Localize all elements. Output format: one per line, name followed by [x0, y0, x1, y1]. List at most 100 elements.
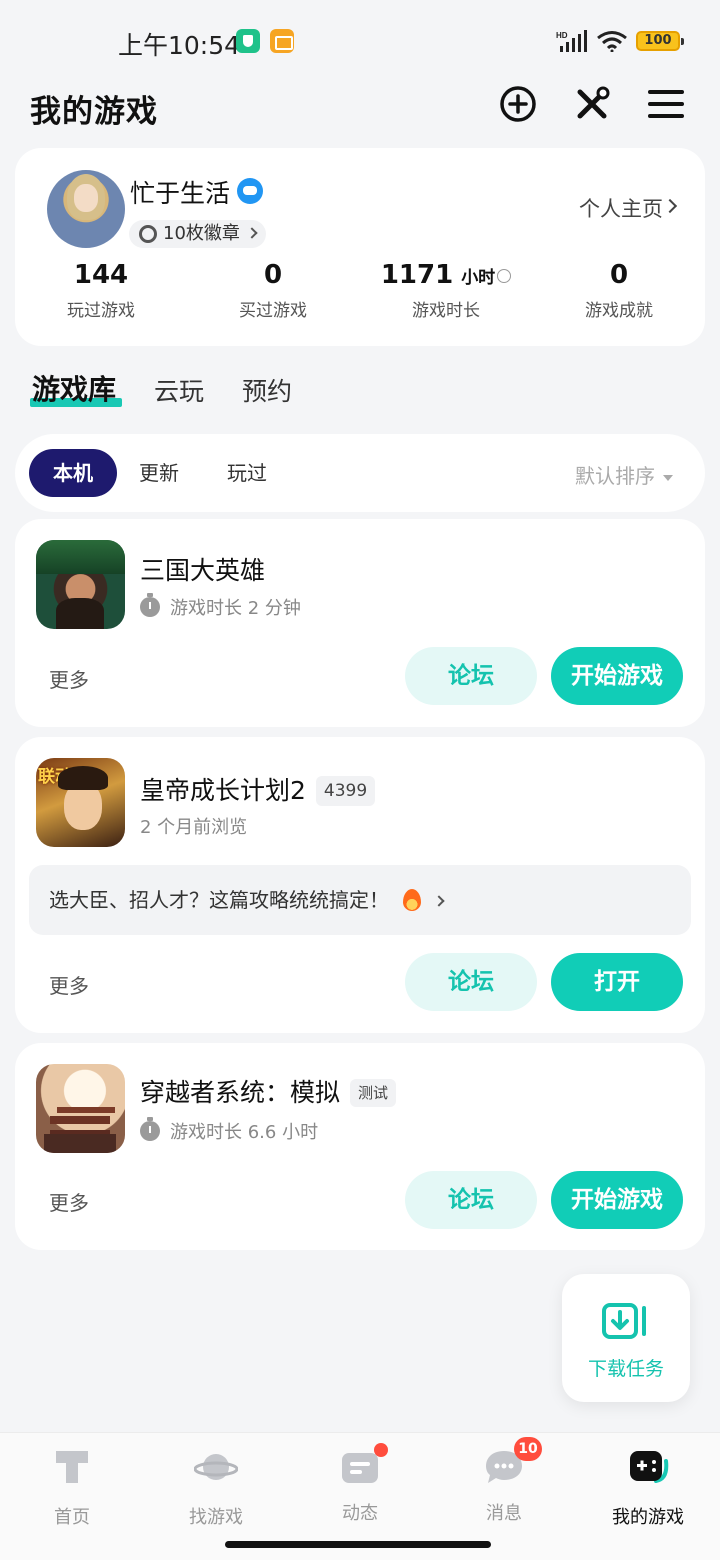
medal-icon [139, 225, 157, 243]
more-link[interactable]: 更多 [49, 664, 89, 693]
stat-achievements[interactable]: 0 游戏成就 [533, 260, 705, 321]
fire-icon [403, 889, 421, 911]
forum-button[interactable]: 论坛 [405, 953, 537, 1011]
tab-cloud-play[interactable]: 云玩 [154, 372, 204, 408]
start-game-button[interactable]: 开始游戏 [551, 1171, 683, 1229]
add-circle-icon[interactable] [498, 84, 538, 124]
nav-discover[interactable]: 找游戏 [144, 1447, 288, 1528]
game-tag: 4399 [315, 776, 376, 806]
game-card[interactable]: 联动 皇帝成长计划2 4399 2 个月前浏览 选大臣、招人才？这篇攻略统统搞定！… [15, 737, 705, 1033]
profile-home-link[interactable]: 个人主页 [579, 193, 663, 223]
game-tag: 测试 [350, 1079, 397, 1107]
guide-banner[interactable]: 选大臣、招人才？这篇攻略统统搞定！ [29, 865, 691, 935]
more-link[interactable]: 更多 [49, 1187, 89, 1216]
download-icon [602, 1303, 646, 1339]
tab-library[interactable]: 游戏库 [32, 368, 116, 408]
game-playtime: 游戏时长 2 分钟 [140, 593, 301, 620]
profile-card[interactable]: 忙于生活 10枚徽章 个人主页 144 玩过游戏 0 买过游戏 1171 小时 游… [15, 148, 705, 346]
tools-icon[interactable] [572, 84, 612, 124]
svg-text:HD: HD [556, 31, 568, 40]
game-icon[interactable] [36, 540, 125, 629]
forum-button[interactable]: 论坛 [405, 647, 537, 705]
nav-label: 找游戏 [189, 1507, 243, 1528]
wifi-icon [597, 31, 627, 52]
game-title-row[interactable]: 皇帝成长计划2 4399 [140, 771, 376, 807]
sort-dropdown[interactable]: 默认排序 [575, 460, 673, 489]
game-meta: 2 个月前浏览 [140, 817, 248, 838]
status-bar: 上午10:54 HD 100 [0, 0, 720, 80]
filter-local[interactable]: 本机 [29, 449, 117, 497]
stat-label: 游戏时长 [412, 301, 480, 321]
filter-update[interactable]: 更新 [139, 449, 179, 497]
page-title: 我的游戏 [30, 94, 158, 130]
battery-icon: 100 [636, 31, 684, 51]
game-card[interactable]: 穿越者系统：模拟 测试 游戏时长 6.6 小时 更多 论坛 开始游戏 [15, 1043, 705, 1250]
gamepad-verify-icon [237, 178, 263, 204]
home-indicator [225, 1541, 491, 1548]
stat-label: 玩过游戏 [67, 301, 135, 321]
stat-playtime[interactable]: 1171 小时 游戏时长 [360, 260, 532, 321]
user-name: 忙于生活 [130, 179, 231, 208]
open-button[interactable]: 打开 [551, 953, 683, 1011]
chevron-right-icon [246, 227, 258, 239]
stat-value: 0 [263, 260, 283, 290]
nav-home[interactable]: 首页 [0, 1447, 144, 1528]
guide-text: 选大臣、招人才？这篇攻略统统搞定！ [49, 888, 389, 912]
more-link[interactable]: 更多 [49, 970, 89, 999]
stat-label: 买过游戏 [239, 301, 307, 321]
timer-icon [140, 593, 160, 617]
caret-down-icon [663, 474, 673, 481]
game-title-row[interactable]: 穿越者系统：模拟 测试 [140, 1073, 397, 1109]
chevron-right-icon [662, 198, 678, 214]
game-meta-text: 游戏时长 2 分钟 [170, 598, 301, 619]
nav-messages[interactable]: 10 消息 [432, 1437, 576, 1527]
chevron-right-icon [433, 895, 445, 907]
download-task-button[interactable]: 下载任务 [562, 1274, 690, 1402]
game-card[interactable]: 三国大英雄 游戏时长 2 分钟 更多 论坛 开始游戏 [15, 519, 705, 727]
nav-my-games[interactable]: 我的游戏 [576, 1447, 720, 1528]
badges-pill[interactable]: 10枚徽章 [129, 220, 266, 248]
stat-played[interactable]: 144 玩过游戏 [15, 260, 187, 321]
message-count-badge: 10 [514, 1437, 542, 1461]
signal-icon: HD [556, 30, 587, 52]
security-app-icon [236, 29, 260, 53]
start-game-button[interactable]: 开始游戏 [551, 647, 683, 705]
stat-value: 144 [73, 260, 129, 290]
download-label: 下载任务 [587, 1358, 664, 1380]
gamepad-icon [630, 1451, 669, 1483]
info-icon[interactable] [497, 269, 512, 283]
game-playtime: 游戏时长 6.6 小时 [140, 1117, 319, 1144]
stat-value: 0 [609, 260, 629, 290]
stat-label: 游戏成就 [585, 301, 653, 321]
game-title: 穿越者系统：模拟 [140, 1078, 341, 1107]
avatar[interactable] [47, 170, 125, 248]
stat-unit: 小时 [461, 268, 496, 288]
nav-feed[interactable]: 动态 [288, 1443, 432, 1527]
status-time: 上午10:54 [118, 31, 241, 60]
planet-icon [193, 1454, 239, 1480]
timer-icon [140, 1117, 160, 1141]
stat-bought[interactable]: 0 买过游戏 [187, 260, 359, 321]
nav-label: 消息 [486, 1503, 522, 1524]
game-icon[interactable]: 联动 [36, 758, 125, 847]
game-title: 皇帝成长计划2 [140, 776, 306, 805]
header: 我的游戏 [0, 80, 720, 140]
forum-button[interactable]: 论坛 [405, 1171, 537, 1229]
notification-dot [374, 1443, 388, 1457]
sort-label: 默认排序 [575, 464, 655, 488]
profile-stats: 144 玩过游戏 0 买过游戏 1171 小时 游戏时长 0 游戏成就 [15, 260, 705, 340]
filter-bar: 本机 更新 玩过 默认排序 [15, 434, 705, 512]
game-icon[interactable] [36, 1064, 125, 1153]
stat-value: 1171 [380, 260, 454, 290]
nav-label: 我的游戏 [612, 1507, 684, 1528]
filter-played[interactable]: 玩过 [227, 449, 267, 497]
nav-label: 动态 [342, 1503, 378, 1524]
home-t-icon [56, 1451, 88, 1483]
badges-count: 10枚徽章 [163, 223, 240, 244]
game-title[interactable]: 三国大英雄 [140, 551, 265, 587]
tab-reserve[interactable]: 预约 [242, 372, 292, 408]
collab-tag: 联动 [38, 767, 72, 787]
menu-icon[interactable] [646, 84, 686, 124]
game-meta-text: 游戏时长 6.6 小时 [170, 1122, 319, 1143]
mail-notification-icon [270, 29, 294, 53]
